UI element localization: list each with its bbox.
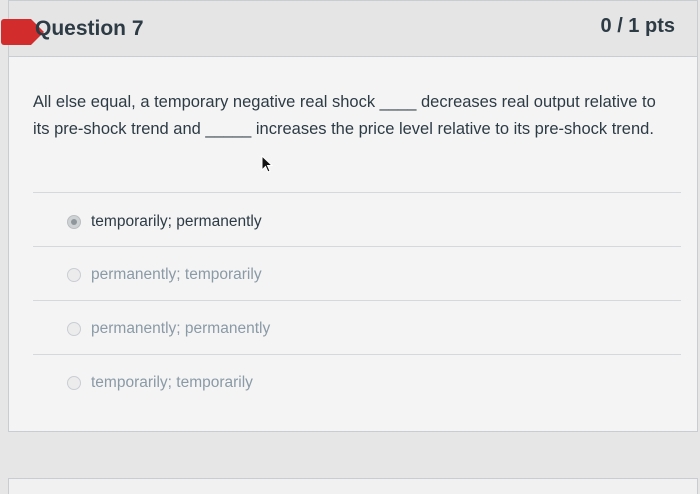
divider <box>33 300 681 301</box>
answer-label: temporarily; permanently <box>91 213 262 230</box>
answer-option[interactable]: temporarily; permanently <box>67 208 262 236</box>
radio-icon[interactable] <box>67 376 81 390</box>
question-points: 0 / 1 pts <box>600 15 675 37</box>
next-question-card-edge <box>8 478 698 494</box>
radio-selected-icon[interactable] <box>67 215 81 229</box>
question-card: Question 7 0 / 1 pts All else equal, a t… <box>1 0 698 432</box>
radio-icon[interactable] <box>67 268 81 282</box>
radio-icon[interactable] <box>67 322 81 336</box>
question-header: Question 7 0 / 1 pts <box>1 1 697 57</box>
divider <box>33 246 681 247</box>
answer-option[interactable]: permanently; temporarily <box>67 261 262 289</box>
answer-option[interactable]: temporarily; temporarily <box>67 369 253 397</box>
answer-label: permanently; permanently <box>91 320 271 337</box>
divider <box>33 192 681 193</box>
answer-option[interactable]: permanently; permanently <box>67 315 270 343</box>
question-text: All else equal, a temporary negative rea… <box>33 93 656 138</box>
answer-label: temporarily; temporarily <box>91 374 253 391</box>
answer-label: permanently; temporarily <box>91 266 262 283</box>
divider <box>33 354 681 355</box>
mouse-cursor-icon <box>261 155 273 173</box>
flag-icon <box>1 19 44 45</box>
question-title: Question 7 <box>35 17 144 40</box>
